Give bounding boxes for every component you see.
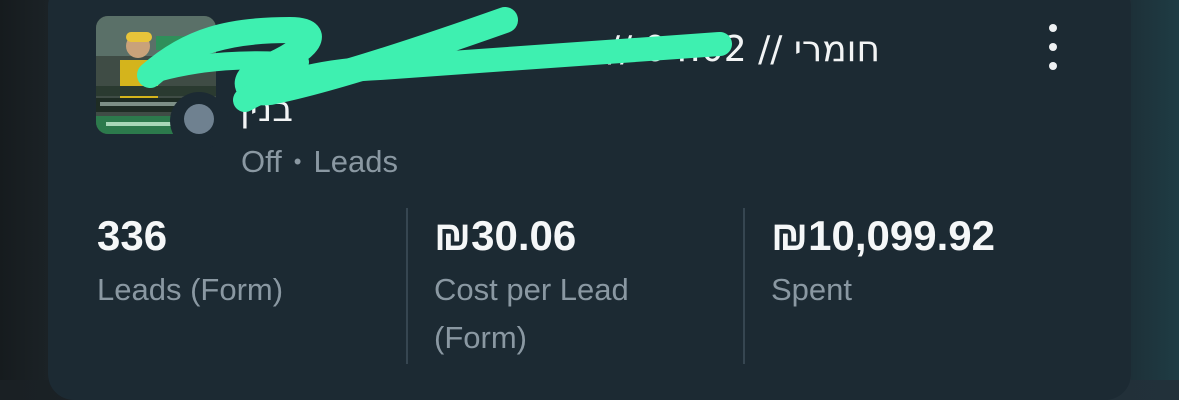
metric-cost-per-lead: ₪30.06 Cost per Lead (Form) <box>434 210 714 362</box>
metric-label: Spent <box>771 272 853 307</box>
subtitle-separator: • <box>293 149 302 174</box>
more-vertical-icon[interactable] <box>1035 24 1071 70</box>
campaign-subtitle: Off • Leads <box>241 144 398 180</box>
status-text: Off <box>241 144 282 179</box>
metric-divider <box>406 208 408 364</box>
metric-value: ₪10,099.92 <box>771 212 995 259</box>
objective-text: Leads <box>313 144 398 179</box>
metric-spent: ₪10,099.92 Spent <box>771 210 995 314</box>
metric-label: Leads (Form) <box>97 272 284 307</box>
metric-label: Cost per Lead (Form) <box>434 272 629 355</box>
metric-divider <box>743 208 745 364</box>
metric-value: ₪30.06 <box>434 212 577 259</box>
metric-value: 336 <box>97 212 168 259</box>
metric-leads: 336 Leads (Form) <box>97 210 283 314</box>
